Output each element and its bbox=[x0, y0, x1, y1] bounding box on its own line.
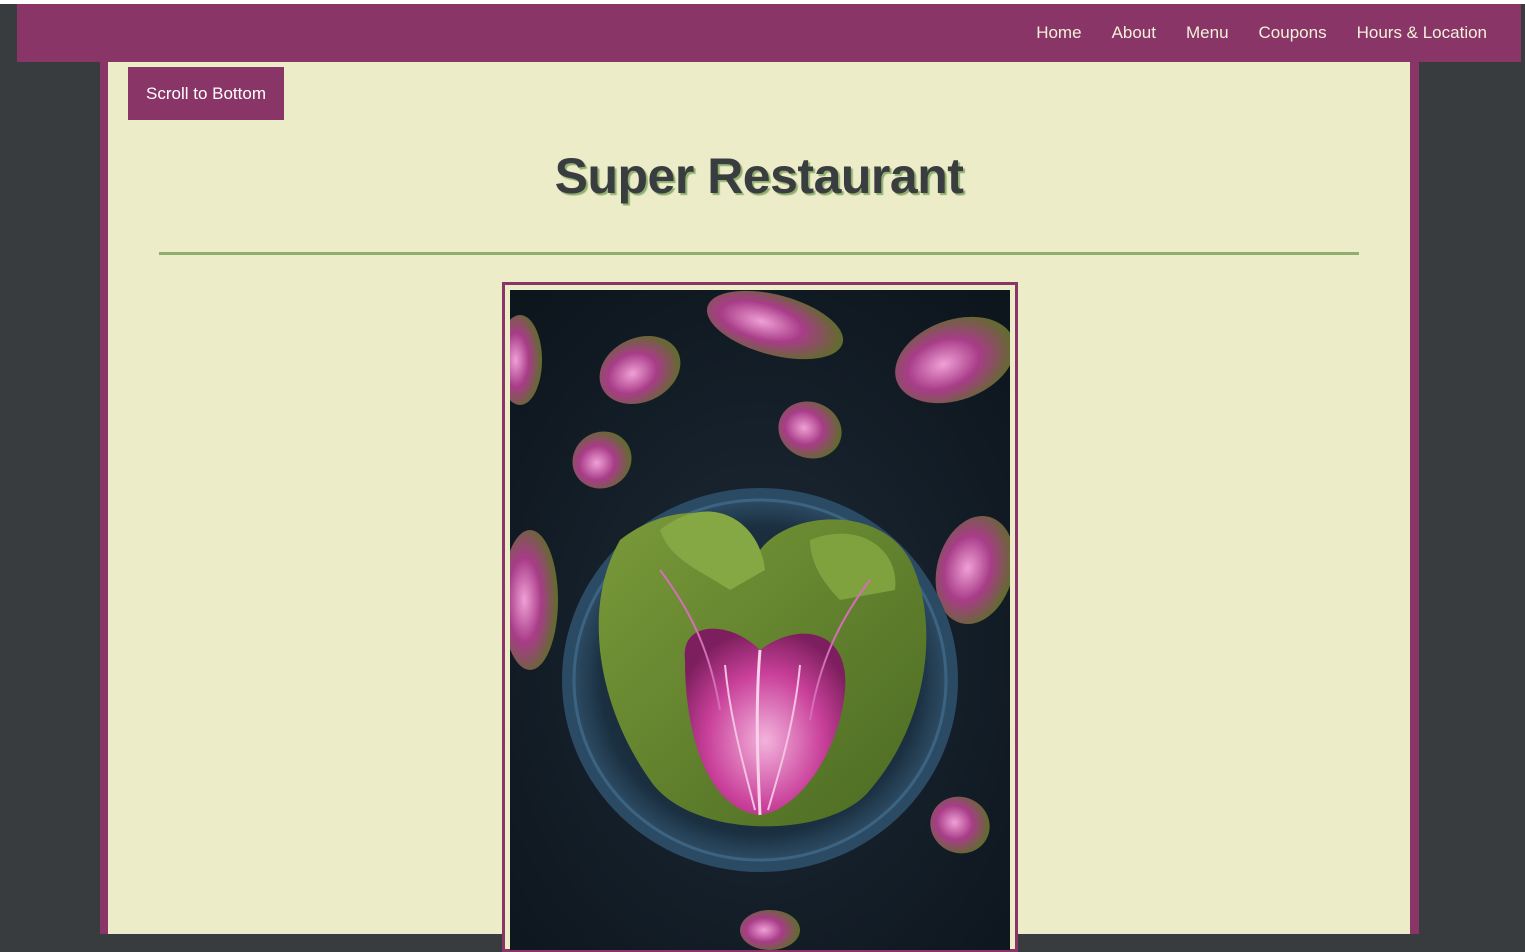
nav-link-coupons[interactable]: Coupons bbox=[1259, 23, 1327, 43]
top-navigation-bar: Home About Menu Coupons Hours & Location bbox=[17, 4, 1521, 62]
hero-image-frame bbox=[502, 282, 1018, 952]
nav-link-menu[interactable]: Menu bbox=[1186, 23, 1229, 43]
nav-link-about[interactable]: About bbox=[1112, 23, 1156, 43]
cabbage-photo-icon bbox=[510, 290, 1010, 950]
hero-image bbox=[510, 290, 1010, 950]
nav-link-home[interactable]: Home bbox=[1036, 23, 1081, 43]
nav-link-hours-location[interactable]: Hours & Location bbox=[1357, 23, 1487, 43]
scroll-to-bottom-button[interactable]: Scroll to Bottom bbox=[128, 67, 284, 120]
page-title: Super Restaurant bbox=[554, 148, 964, 204]
content-area: Scroll to Bottom Super Restaurant bbox=[108, 62, 1410, 952]
page-container: Scroll to Bottom Super Restaurant bbox=[100, 62, 1419, 952]
title-divider bbox=[159, 252, 1359, 255]
nav-links: Home About Menu Coupons Hours & Location bbox=[1036, 4, 1487, 62]
